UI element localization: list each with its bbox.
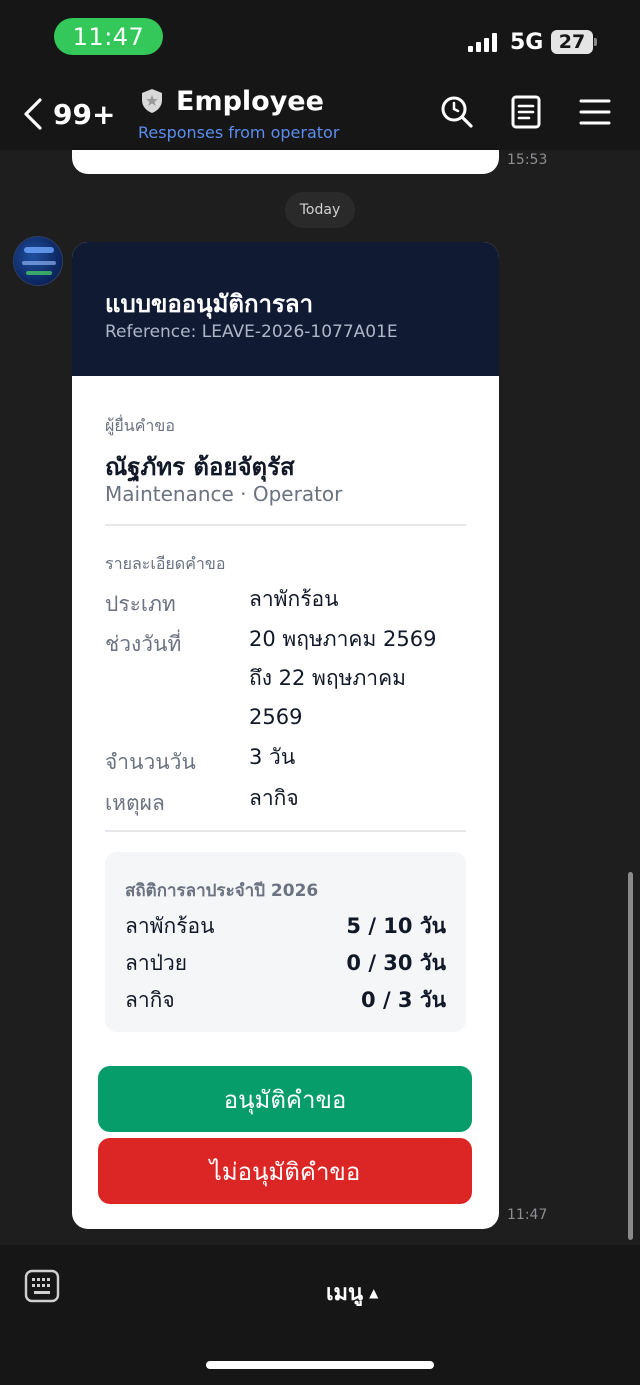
chat-subtitle: Responses from operator <box>138 123 340 142</box>
menu-icon[interactable] <box>578 95 612 129</box>
requester-department: Maintenance · Operator <box>105 482 343 506</box>
detail-key-type: ประเภท <box>105 592 176 616</box>
divider <box>105 524 466 526</box>
status-time[interactable]: 11:47 <box>54 18 163 55</box>
reject-button[interactable]: ไม่อนุมัติคำขอ <box>98 1138 472 1204</box>
shield-icon <box>142 89 162 113</box>
stat-value: 5 / 10 วัน <box>346 914 446 938</box>
detail-key-days: จำนวนวัน <box>105 750 196 774</box>
date-line: 20 พฤษภาคม 2569 <box>249 627 437 651</box>
detail-value-type: ลาพักร้อน <box>249 587 339 611</box>
message-time: 11:47 <box>507 1207 548 1223</box>
battery-tip <box>594 38 597 46</box>
details-label: รายละเอียดคำขอ <box>105 554 226 573</box>
card-header: แบบขออนุมัติการลา Reference: LEAVE-2026-… <box>72 242 499 376</box>
signal-icon <box>468 32 500 52</box>
notes-icon[interactable] <box>509 95 543 129</box>
detail-value-reason: ลากิจ <box>249 786 299 810</box>
back-icon[interactable] <box>20 96 48 132</box>
menu-label: เมนู <box>326 1281 364 1306</box>
caret-up-icon: ▲ <box>369 1285 379 1300</box>
keyboard-icon[interactable] <box>24 1269 60 1303</box>
approve-button[interactable]: อนุมัติคำขอ <box>98 1066 472 1132</box>
previous-message-bubble[interactable] <box>72 150 499 174</box>
divider <box>105 830 466 832</box>
battery-icon: 27 <box>551 30 593 54</box>
requester-label: ผู้ยื่นคำขอ <box>105 416 175 435</box>
leave-stats-box: สถิติการลาประจำปี 2026 ลาพักร้อน 5 / 10 … <box>105 852 466 1032</box>
card-title: แบบขออนุมัติการลา <box>105 290 314 318</box>
chat-header: 99+ Employee Responses from operator <box>0 78 640 150</box>
stat-value: 0 / 3 วัน <box>361 988 446 1012</box>
date-separator: Today <box>285 192 355 228</box>
requester-name: ณัฐภัทร ต้อยจัตุรัส <box>105 453 295 481</box>
stat-name: ลาพักร้อน <box>125 914 215 938</box>
chat-title: Employee <box>176 86 324 117</box>
leave-request-card: แบบขออนุมัติการลา Reference: LEAVE-2026-… <box>72 242 499 1229</box>
date-line: 2569 <box>249 705 303 729</box>
search-icon[interactable] <box>440 95 474 129</box>
detail-key-reason: เหตุผล <box>105 791 165 815</box>
detail-value-days: 3 วัน <box>249 745 296 769</box>
network-type: 5G <box>510 30 544 55</box>
scrollbar[interactable] <box>628 872 633 1240</box>
stat-name: ลากิจ <box>125 988 175 1012</box>
home-indicator[interactable] <box>206 1361 434 1369</box>
unread-count[interactable]: 99+ <box>53 98 115 131</box>
detail-key-dates: ช่วงวันที่ <box>105 632 182 656</box>
chat-area[interactable]: 15:53 Today แบบขออนุมัติการลา Reference:… <box>0 150 640 1245</box>
stat-name: ลาป่วย <box>125 951 188 975</box>
detail-value-dates: 20 พฤษภาคม 2569 ถึง 22 พฤษภาคม 2569 <box>249 620 436 737</box>
stat-value: 0 / 30 วัน <box>346 951 446 975</box>
bottom-bar: เมนู ▲ <box>0 1245 640 1385</box>
status-bar: 11:47 5G 27 <box>0 0 640 78</box>
bot-avatar[interactable] <box>13 236 63 286</box>
previous-message-time: 15:53 <box>507 152 548 168</box>
stats-title: สถิติการลาประจำปี 2026 <box>125 881 319 901</box>
date-line: ถึง 22 พฤษภาคม <box>249 666 406 690</box>
rich-menu-toggle[interactable]: เมนู ▲ <box>326 1275 378 1310</box>
reference-number: Reference: LEAVE-2026-1077A01E <box>105 322 398 342</box>
